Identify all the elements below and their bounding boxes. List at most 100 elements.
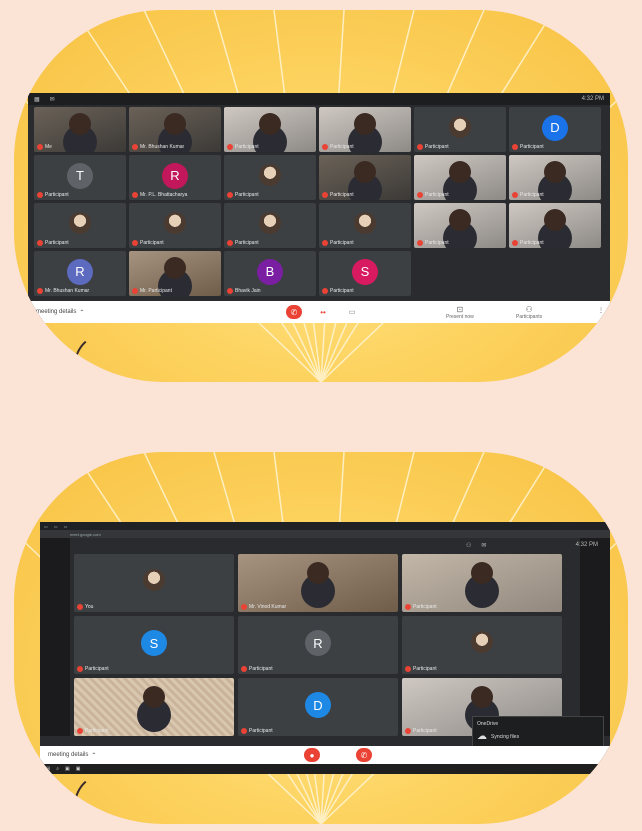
mic-off-icon xyxy=(37,240,43,246)
browser-tab[interactable]: ▭ xyxy=(44,524,48,529)
chevron-up-icon[interactable]: ⌃ xyxy=(91,752,96,759)
browser-tab[interactable]: ▭ xyxy=(54,524,58,529)
participant-name: Participant xyxy=(241,666,273,672)
participant-tile[interactable]: R Mr. P.L. Bhattacharya xyxy=(129,155,221,200)
participant-tile[interactable]: D Participant xyxy=(509,107,601,152)
mic-button[interactable]: •• xyxy=(315,305,331,319)
participant-tile[interactable]: Participant xyxy=(414,107,506,152)
participant-name-text: Participant xyxy=(413,666,437,672)
participant-name-text: Participant xyxy=(249,666,273,672)
participant-name: Participant xyxy=(322,144,354,150)
participant-tile[interactable]: Participant xyxy=(224,203,316,248)
participant-tile[interactable]: S Participant xyxy=(319,251,411,296)
mic-off-icon xyxy=(405,604,411,610)
address-bar[interactable]: meet.google.com xyxy=(40,530,610,538)
participant-name-text: Participant xyxy=(413,728,437,734)
search-icon[interactable]: ⌕ xyxy=(56,766,59,772)
participant-name: Participant xyxy=(322,192,354,198)
mic-off-icon xyxy=(241,604,247,610)
participant-tile[interactable]: R Mr. Bhushan Kumar xyxy=(34,251,126,296)
participant-tile[interactable]: D Participant xyxy=(238,678,398,736)
more-options-icon[interactable]: ⋮ xyxy=(598,307,604,314)
mic-off-icon xyxy=(322,144,328,150)
participant-tile[interactable]: Participant xyxy=(319,203,411,248)
participant-tile[interactable]: Participant xyxy=(509,203,601,248)
taskbar-app-icon[interactable]: ▣ xyxy=(65,766,70,772)
meet-topbar: ⚇ ✉ 4:32 PM xyxy=(460,538,604,552)
participant-tile[interactable]: Me xyxy=(34,107,126,152)
participant-tile[interactable]: Participant xyxy=(509,155,601,200)
participant-name-text: Participant xyxy=(45,192,69,198)
participant-tile[interactable]: Mr. Participant xyxy=(129,251,221,296)
participant-tile[interactable]: Participant xyxy=(129,203,221,248)
participant-tile[interactable]: Participant xyxy=(34,203,126,248)
participant-tile[interactable]: T Participant xyxy=(34,155,126,200)
end-call-button[interactable]: ✆ xyxy=(286,305,302,319)
participant-name-text: Participant xyxy=(520,192,544,198)
meeting-details-link[interactable]: meeting details xyxy=(48,752,88,758)
mic-off-icon xyxy=(417,240,423,246)
participant-name: Participant xyxy=(405,666,437,672)
participant-video xyxy=(449,209,471,232)
photo-avatar xyxy=(259,163,281,186)
participant-name: Participant xyxy=(77,728,109,734)
grid-icon[interactable]: ▦ xyxy=(34,96,40,103)
participant-tile[interactable]: S Participant xyxy=(74,616,234,674)
notification-body: Syncing files xyxy=(491,733,520,740)
participant-tile[interactable]: R Participant xyxy=(238,616,398,674)
participant-video xyxy=(449,161,471,184)
meet-controls: meeting details ⌃ ✆ •• ▭ ⊡ Present now ⚇… xyxy=(28,301,610,323)
browser-tab[interactable]: ▭ xyxy=(64,524,68,529)
participant-tile[interactable]: Participant xyxy=(319,155,411,200)
meet-controls: meeting details ⌃ ● ✆ xyxy=(40,746,610,764)
participant-tile[interactable]: Participant xyxy=(224,107,316,152)
participant-name-text: Bhavik Jain xyxy=(235,288,261,294)
participant-tile[interactable]: Participant xyxy=(402,616,562,674)
present-icon: ⊡ xyxy=(456,305,464,314)
mic-off-icon xyxy=(37,144,43,150)
participant-name-text: Participant xyxy=(235,144,259,150)
mic-off-icon xyxy=(77,604,83,610)
participant-name: Me xyxy=(37,144,52,150)
participant-tile[interactable]: Mr. Vinod Kumar xyxy=(238,554,398,612)
phone-hangup-icon: ✆ xyxy=(360,750,368,760)
camera-button[interactable]: ▭ xyxy=(344,305,360,319)
side-panel-left xyxy=(40,538,70,736)
mic-off-icon xyxy=(241,666,247,672)
participant-tile[interactable]: Participant xyxy=(414,155,506,200)
participant-tile[interactable]: Participant xyxy=(74,678,234,736)
letter-avatar: R xyxy=(162,162,188,189)
chat-icon[interactable]: ✉ xyxy=(50,96,55,103)
taskbar-app-icon[interactable]: ▣ xyxy=(76,766,81,772)
people-icon[interactable]: ⚇ xyxy=(466,542,471,549)
mic-off-icon xyxy=(512,192,518,198)
participant-tile[interactable]: Participant xyxy=(402,554,562,612)
mic-off-icon xyxy=(512,144,518,150)
mic-off-icon xyxy=(227,240,233,246)
participant-tile[interactable]: Participant xyxy=(224,155,316,200)
participant-tile[interactable]: Participant xyxy=(414,203,506,248)
participant-tile[interactable]: Mr. Bhushan Kumar xyxy=(129,107,221,152)
participant-name: Mr. Vinod Kumar xyxy=(241,604,286,610)
mic-off-icon xyxy=(512,240,518,246)
meeting-details-link[interactable]: meeting details xyxy=(36,309,76,315)
participant-name: Participant xyxy=(37,192,69,198)
participant-tile[interactable]: You xyxy=(74,554,234,612)
participant-name: You xyxy=(77,604,93,610)
chevron-up-icon[interactable]: ⌃ xyxy=(79,309,84,316)
mic-off-icon xyxy=(77,728,83,734)
present-now-button[interactable]: ⊡ Present now xyxy=(446,305,474,320)
participant-name: Participant xyxy=(512,192,544,198)
cloud-icon: ☁ xyxy=(477,731,487,742)
photo-avatar xyxy=(449,115,471,138)
letter-avatar: D xyxy=(305,692,331,718)
participant-tile[interactable]: B Bhavik Jain xyxy=(224,251,316,296)
participant-tile[interactable]: Participant xyxy=(319,107,411,152)
end-call-button[interactable]: ✆ xyxy=(356,748,372,762)
chat-icon[interactable]: ✉ xyxy=(481,542,486,549)
participants-button[interactable]: ⚇ Participants xyxy=(516,305,542,320)
participant-name-text: You xyxy=(85,604,94,610)
start-icon[interactable]: ⊞ xyxy=(46,766,50,772)
mic-off-button[interactable]: ● xyxy=(304,748,320,762)
meet-topbar: ▦ ✉ 4:32 PM xyxy=(28,93,610,105)
